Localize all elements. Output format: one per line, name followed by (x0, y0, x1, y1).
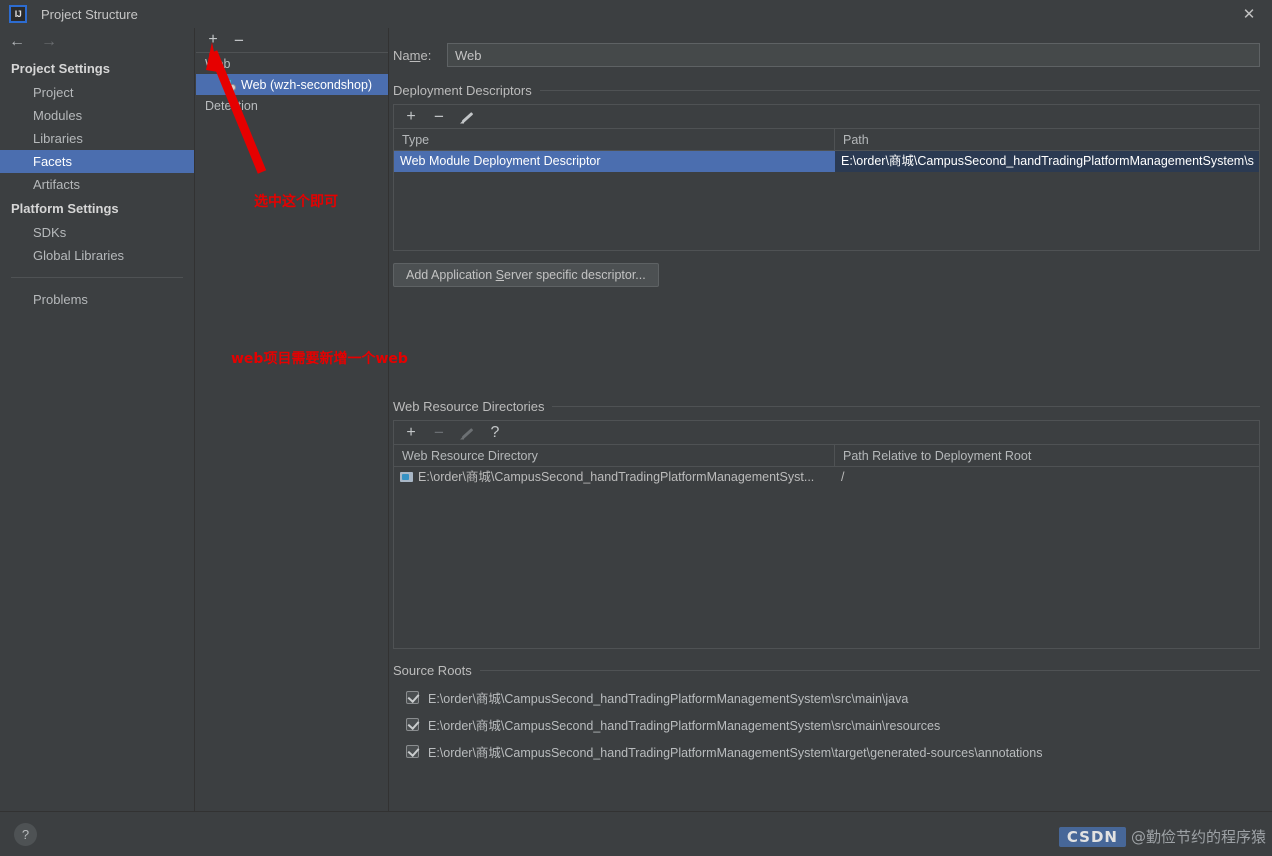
web-resources-table-header: Web Resource Directory Path Relative to … (394, 444, 1259, 467)
facet-tree-toolbar: + − (196, 28, 388, 53)
title-bar: IJ Project Structure ✕ (0, 0, 1272, 28)
navigation-arrows: ← → (0, 28, 194, 56)
facet-name-input[interactable] (447, 43, 1260, 67)
sidebar-item-libraries[interactable]: Libraries (0, 127, 194, 150)
web-facet-icon (223, 78, 236, 91)
source-root-checkbox[interactable] (406, 691, 419, 704)
sidebar-item-problems[interactable]: Problems (0, 288, 194, 311)
close-icon[interactable]: ✕ (1226, 0, 1272, 28)
column-header-web-resource-directory[interactable]: Web Resource Directory (394, 444, 835, 467)
intellij-idea-logo-icon: IJ (9, 5, 27, 23)
facet-name-label: Name: (393, 47, 432, 63)
web-resource-directories-table: + − ? Web Resource Directory Path Relati… (393, 420, 1260, 649)
watermark: CSDN @勤俭节约的程序猿 (1058, 826, 1266, 847)
watermark-badge: CSDN (1058, 826, 1126, 847)
cell-text: E:\order\商城\CampusSecond_handTradingPlat… (418, 470, 815, 484)
table-empty-area (394, 172, 1259, 250)
source-root-checkbox[interactable] (406, 718, 419, 731)
tree-node-web-group[interactable]: Web (196, 53, 388, 74)
cell-relative-path: / (841, 470, 845, 484)
section-divider (552, 406, 1260, 407)
web-resources-toolbar: + − ? (394, 421, 1259, 445)
facet-detail-panel: Name: Deployment Descriptors + − Type Pa… (390, 28, 1272, 811)
edit-web-resource-icon (459, 425, 475, 441)
add-application-server-descriptor-button[interactable]: Add Application Server specific descript… (393, 263, 659, 287)
settings-sidebar: ← → Project Settings Project Modules Lib… (0, 28, 195, 811)
add-descriptor-icon[interactable]: + (403, 108, 419, 125)
table-empty-area (394, 488, 1259, 648)
folder-icon (400, 471, 413, 482)
remove-facet-icon[interactable]: − (231, 32, 247, 49)
sidebar-item-artifacts[interactable]: Artifacts (0, 173, 194, 196)
sidebar-divider (11, 277, 183, 278)
column-header-type[interactable]: Type (394, 128, 835, 151)
source-roots-list: E:\order\商城\CampusSecond_handTradingPlat… (393, 684, 1260, 765)
section-title: Deployment Descriptors (393, 83, 532, 98)
source-root-path: E:\order\商城\CampusSecond_handTradingPlat… (428, 719, 941, 733)
source-root-checkbox[interactable] (406, 745, 419, 758)
sidebar-group-platform-settings: Platform Settings (11, 201, 119, 216)
sidebar-group-project-settings: Project Settings (11, 61, 110, 76)
sidebar-item-facets[interactable]: Facets (0, 150, 194, 173)
tree-node-label: Web (wzh-secondshop) (241, 77, 373, 92)
deployment-table-header: Type Path (394, 128, 1259, 151)
sidebar-item-sdks[interactable]: SDKs (0, 221, 194, 244)
section-title: Source Roots (393, 663, 472, 678)
cell-web-resource-directory: E:\order\商城\CampusSecond_handTradingPlat… (394, 467, 835, 488)
tree-node-detection[interactable]: Detection (196, 95, 388, 116)
sidebar-item-global-libraries[interactable]: Global Libraries (0, 244, 194, 267)
watermark-text: @勤俭节约的程序猿 (1130, 828, 1266, 846)
section-divider (479, 670, 1260, 671)
cell-type: Web Module Deployment Descriptor (394, 151, 835, 172)
dialog-body: ← → Project Settings Project Modules Lib… (0, 28, 1272, 856)
sidebar-item-modules[interactable]: Modules (0, 104, 194, 127)
column-header-path[interactable]: Path (835, 129, 1259, 151)
deployment-descriptors-toolbar: + − (394, 105, 1259, 129)
project-structure-dialog: IJ Project Structure ✕ ← → Project Setti… (0, 0, 1272, 856)
remove-descriptor-icon[interactable]: − (431, 108, 447, 125)
help-web-resource-icon[interactable]: ? (487, 424, 503, 441)
remove-web-resource-icon: − (434, 423, 444, 442)
source-root-path: E:\order\商城\CampusSecond_handTradingPlat… (428, 692, 909, 706)
back-arrow-icon[interactable]: ← (8, 33, 26, 51)
list-item[interactable]: E:\order\商城\CampusSecond_handTradingPlat… (393, 684, 1260, 711)
tree-node-label: Web (205, 56, 231, 71)
help-icon[interactable]: ? (14, 823, 37, 846)
column-header-path-relative[interactable]: Path Relative to Deployment Root (835, 445, 1259, 467)
source-roots-section-header: Source Roots (393, 663, 1260, 678)
table-row[interactable]: E:\order\商城\CampusSecond_handTradingPlat… (394, 467, 1259, 488)
sidebar-item-project[interactable]: Project (0, 81, 194, 104)
section-title: Web Resource Directories (393, 399, 545, 414)
deployment-descriptors-section-header: Deployment Descriptors (393, 83, 1260, 98)
add-facet-icon[interactable]: + (205, 32, 221, 48)
deployment-descriptors-table: + − Type Path Web Module Deployment Desc… (393, 104, 1260, 251)
facet-name-row: Name: (393, 42, 1260, 68)
section-divider (539, 90, 1260, 91)
list-item[interactable]: E:\order\商城\CampusSecond_handTradingPlat… (393, 738, 1260, 765)
cell-path: E:\order\商城\CampusSecond_handTradingPlat… (835, 151, 1259, 172)
tree-node-web-facet[interactable]: Web (wzh-secondshop) (196, 74, 388, 95)
tree-node-label: Detection (205, 98, 258, 113)
edit-descriptor-icon[interactable] (459, 109, 475, 125)
window-title: Project Structure (41, 6, 138, 22)
facet-tree-panel: + − Web Web (wzh-secondshop) Detection (196, 28, 389, 811)
list-item[interactable]: E:\order\商城\CampusSecond_handTradingPlat… (393, 711, 1260, 738)
add-web-resource-icon[interactable]: + (403, 424, 419, 441)
logo-text: IJ (14, 8, 22, 19)
table-row[interactable]: Web Module Deployment Descriptor E:\orde… (394, 151, 1259, 172)
web-resource-directories-section-header: Web Resource Directories (393, 399, 1260, 414)
source-root-path: E:\order\商城\CampusSecond_handTradingPlat… (428, 746, 1043, 760)
forward-arrow-icon[interactable]: → (40, 33, 58, 51)
